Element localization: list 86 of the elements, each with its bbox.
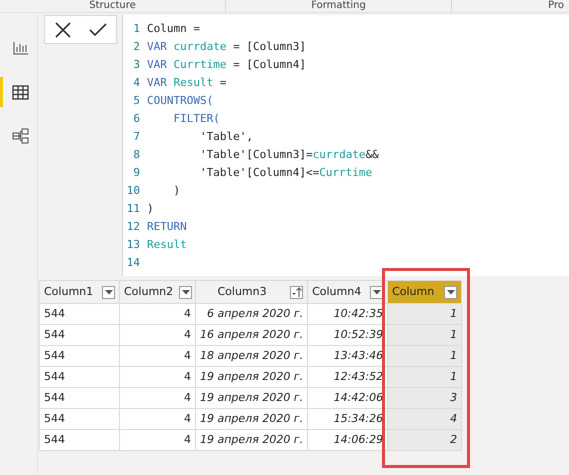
diagram-icon — [12, 128, 29, 144]
table-cell: 14:06:29 — [308, 430, 388, 450]
column-header[interactable]: Column2 — [120, 280, 196, 304]
column-name: Column1 — [44, 284, 94, 300]
table-cell: 1 — [388, 346, 462, 366]
checkmark-icon — [89, 22, 108, 36]
table-cell: 10:42:35 — [308, 304, 388, 324]
code-line: ) — [172, 182, 180, 199]
table-cell: 16 апреля 2020 г. — [196, 324, 308, 346]
table-cell: 1 — [388, 366, 462, 388]
table-cell: 544 — [40, 366, 120, 388]
table-cell: 19 апреля 2020 г. — [196, 366, 308, 388]
line-number: 13 — [126, 236, 141, 253]
filter-dropdown-icon[interactable] — [370, 286, 384, 298]
code-line: VAR Currtime = [Column4] — [147, 56, 306, 73]
table-cell: 4 — [120, 304, 196, 324]
column-header[interactable]: Column1 — [40, 280, 120, 304]
line-number: 12 — [126, 218, 141, 235]
code-line: Column = — [147, 20, 200, 37]
code-line: COUNTROWS( — [147, 92, 214, 109]
table-cell: 19 апреля 2020 г. — [196, 430, 308, 450]
code-line: VAR currdate = [Column3] — [147, 38, 306, 55]
table-cell: 544 — [40, 408, 120, 430]
table-cell: 14:42:06 — [308, 388, 388, 408]
filter-dropdown-icon[interactable] — [444, 286, 458, 298]
code-line: Result — [147, 236, 187, 253]
line-number: 5 — [132, 92, 141, 109]
table-icon — [12, 84, 29, 100]
code-line: 'Table', — [198, 128, 253, 145]
table-cell: 6 апреля 2020 г. — [196, 304, 308, 324]
line-number: 10 — [126, 182, 141, 199]
line-number: 3 — [132, 56, 141, 73]
line-number: 4 — [132, 74, 141, 91]
code-line: 'Table'[Column3]=currdate&& — [198, 146, 379, 163]
column-name: Column — [392, 284, 434, 300]
table-cell: 15:34:26 — [308, 408, 388, 430]
code-line: RETURN — [147, 218, 187, 235]
table-cell: 4 — [120, 430, 196, 450]
table-cell: 13:43:46 — [308, 346, 388, 366]
line-number: 1 — [132, 20, 141, 37]
table-cell: 544 — [40, 388, 120, 408]
table-cell: 4 — [120, 408, 196, 430]
ribbon-group-label: Structure — [89, 0, 136, 11]
column-name: Column4 — [312, 284, 362, 300]
bar-chart-icon — [12, 41, 28, 55]
line-number: 2 — [132, 38, 141, 55]
column-header[interactable]: Column4 — [308, 280, 388, 304]
table-cell: 544 — [40, 304, 120, 324]
table-cell: 2 — [388, 430, 462, 450]
table-cell: 4 — [388, 408, 462, 430]
table-cell: 19 апреля 2020 г. — [196, 408, 308, 430]
table-cell: 19 апреля 2020 г. — [196, 388, 308, 408]
table-cell: 544 — [40, 430, 120, 450]
sort-ascending-icon[interactable] — [290, 286, 304, 298]
formula-editor[interactable] — [122, 15, 569, 276]
table-cell: 4 — [120, 366, 196, 388]
code-line: 'Table'[Column4]<=Currtime — [198, 164, 372, 181]
code-line: VAR Result = — [147, 74, 226, 91]
line-number: 11 — [126, 200, 141, 217]
table-cell: 4 — [120, 388, 196, 408]
table-cell: 4 — [120, 346, 196, 366]
column-header[interactable]: Column3 — [196, 280, 308, 304]
ribbon-group-label: Pro — [548, 0, 564, 11]
table-cell: 1 — [388, 304, 462, 324]
filter-dropdown-icon[interactable] — [102, 286, 115, 298]
column-header[interactable]: Column — [388, 280, 462, 304]
ribbon-group-label: Formatting — [311, 0, 366, 11]
line-number: 9 — [132, 164, 141, 181]
line-number: 6 — [132, 110, 141, 127]
filter-dropdown-icon[interactable] — [179, 286, 192, 298]
table-cell: 544 — [40, 324, 120, 346]
line-number: 14 — [126, 254, 141, 271]
close-icon — [54, 22, 71, 38]
line-number: 8 — [132, 146, 141, 163]
table-cell: 4 — [120, 324, 196, 346]
table-cell: 12:43:52 — [308, 366, 388, 388]
table-cell: 544 — [40, 346, 120, 366]
column-name: Column3 — [217, 284, 267, 300]
table-cell: 18 апреля 2020 г. — [196, 346, 308, 366]
code-line: ) — [147, 200, 154, 217]
table-cell: 10:52:39 — [308, 324, 388, 346]
code-line: FILTER( — [172, 110, 220, 127]
line-number: 7 — [132, 128, 141, 145]
column-name: Column2 — [124, 284, 174, 300]
table-cell: 3 — [388, 388, 462, 408]
table-cell: 1 — [388, 324, 462, 346]
